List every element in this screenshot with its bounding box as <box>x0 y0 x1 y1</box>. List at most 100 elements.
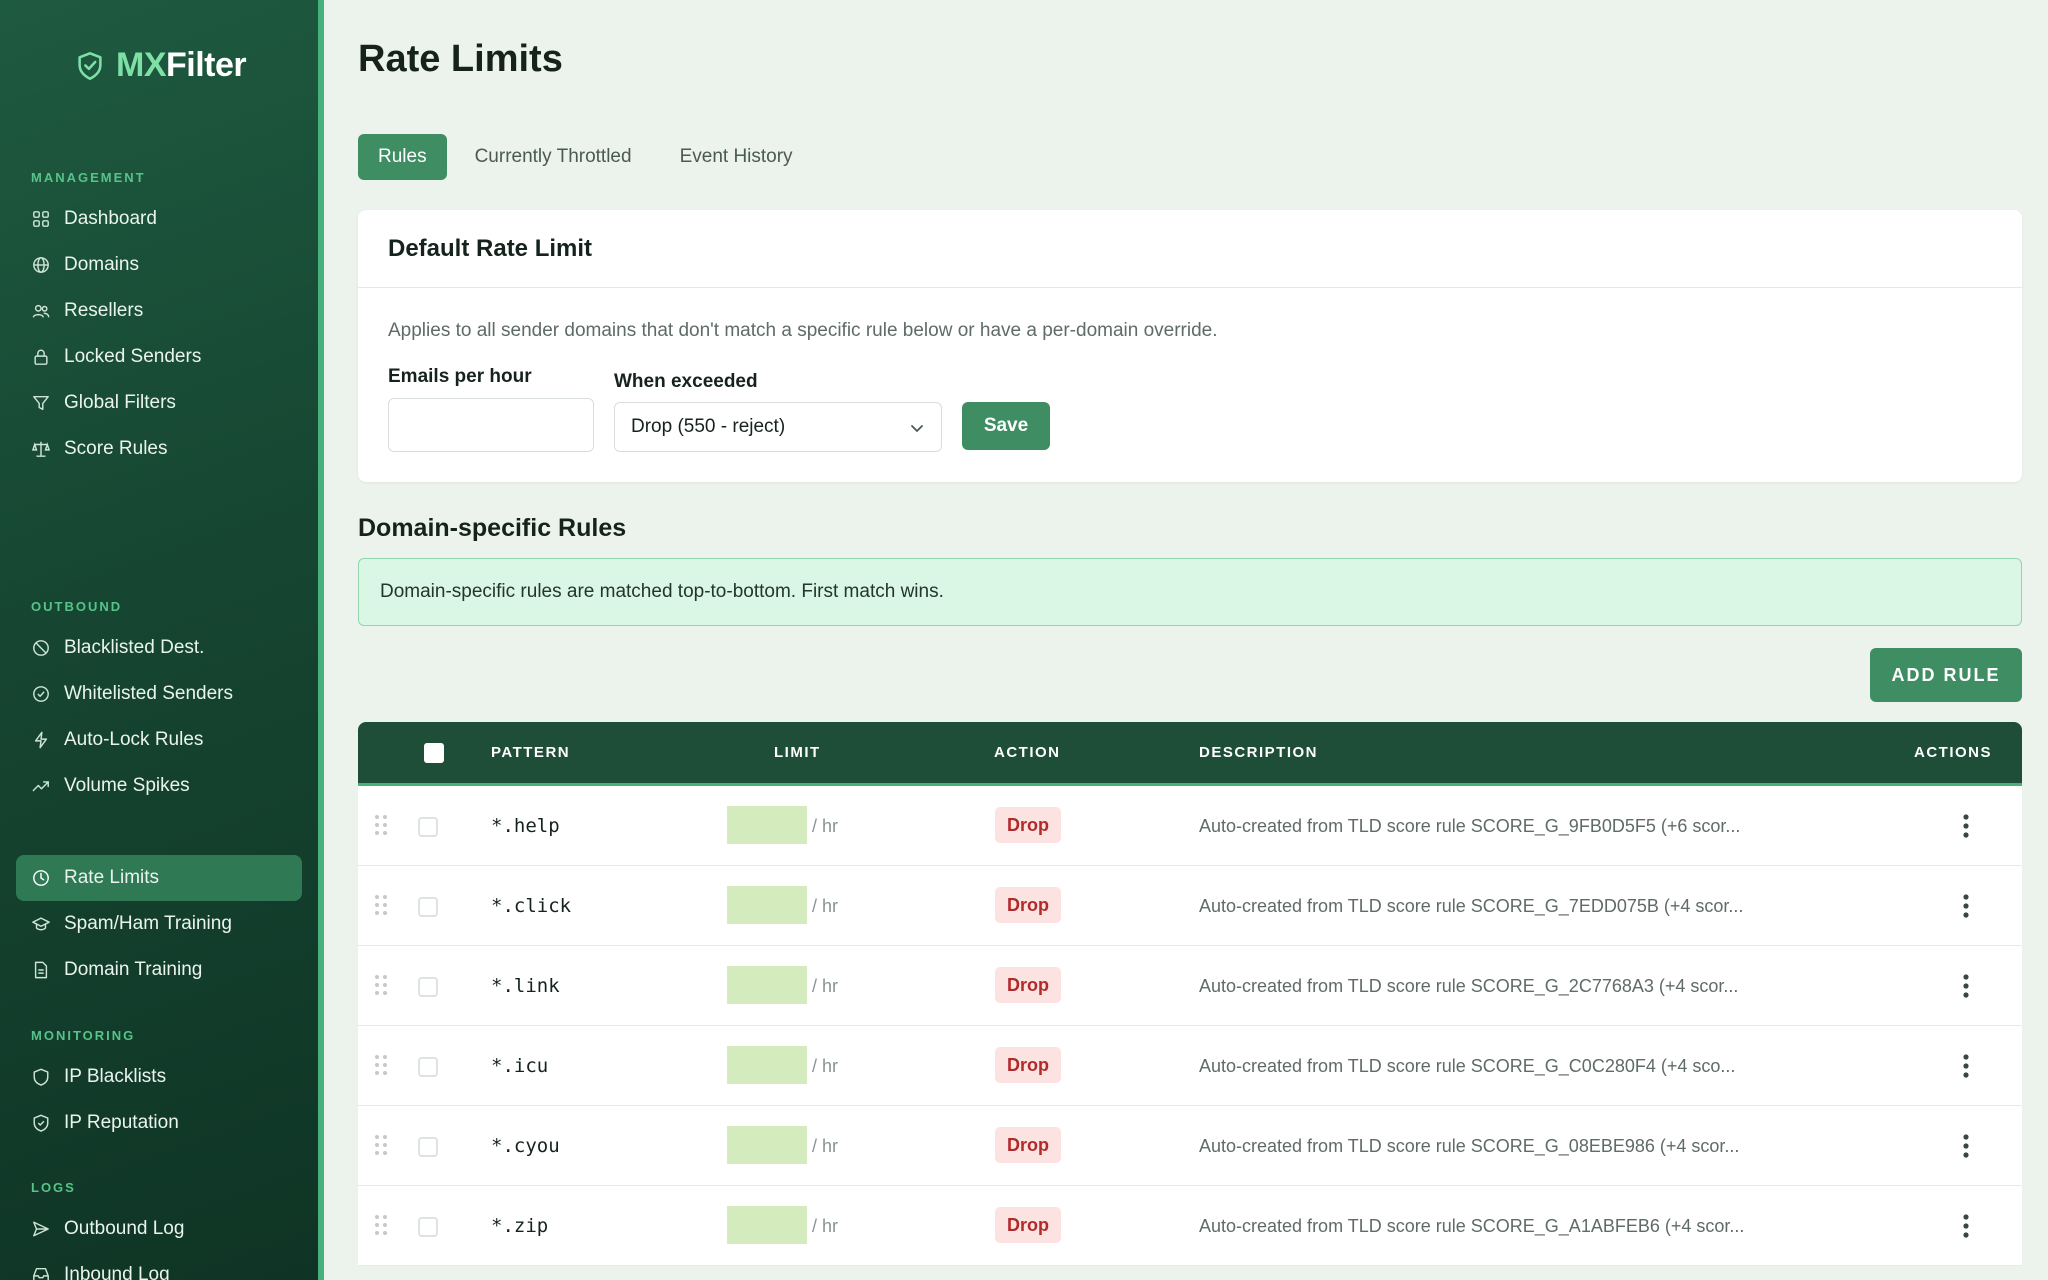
section-label: LOGS <box>31 1180 76 1195</box>
sidebar-item-domain-training[interactable]: Domain Training <box>16 947 302 993</box>
limit-input[interactable] <box>727 806 807 844</box>
emails-per-hour-input[interactable] <box>388 398 594 452</box>
nav-section-management: MANAGEMENT Dashboard Domains Resellers L… <box>0 168 318 472</box>
rule-description: Auto-created from TLD score rule SCORE_G… <box>1199 896 1744 916</box>
more-vertical-icon[interactable] <box>1963 974 1969 998</box>
row-checkbox[interactable] <box>418 897 438 917</box>
limit-input[interactable] <box>727 1206 807 1244</box>
sidebar-item-label: Spam/Ham Training <box>64 913 232 934</box>
sidebar-item-outbound-log[interactable]: Outbound Log <box>16 1206 302 1252</box>
send-icon <box>33 1221 49 1237</box>
sidebar-item-inbound-log[interactable]: Inbound Log <box>16 1252 302 1280</box>
rule-pattern: *.icu <box>491 1055 549 1077</box>
more-vertical-icon[interactable] <box>1963 1054 1969 1078</box>
limit-unit: / hr <box>812 1136 839 1156</box>
row-checkbox[interactable] <box>418 817 438 837</box>
limit-unit: / hr <box>812 976 839 996</box>
users-icon <box>32 304 50 318</box>
row-checkbox[interactable] <box>418 977 438 997</box>
rule-description: Auto-created from TLD score rule SCORE_G… <box>1199 1216 1745 1236</box>
drag-handle-icon[interactable] <box>374 974 388 996</box>
table-row: *.icu / hr Drop Auto-created from TLD sc… <box>358 1026 2022 1106</box>
lock-icon <box>34 349 48 365</box>
sidebar-item-label: Rate Limits <box>64 867 160 888</box>
rule-pattern: *.cyou <box>491 1135 560 1157</box>
rule-description: Auto-created from TLD score rule SCORE_G… <box>1199 976 1739 996</box>
nav-section-outbound: OUTBOUND Blacklisted Dest. Whitelisted S… <box>0 597 318 993</box>
brand-logo[interactable]: MXFilter <box>76 46 247 85</box>
tab-currently-throttled[interactable]: Currently Throttled <box>455 134 652 180</box>
more-vertical-icon[interactable] <box>1963 814 1969 838</box>
section-label: OUTBOUND <box>31 599 123 614</box>
limit-input[interactable] <box>727 886 807 924</box>
sidebar-item-locked-senders[interactable]: Locked Senders <box>16 334 302 380</box>
table-header: PATTERN LIMIT ACTION DESCRIPTION ACTIONS <box>358 722 2022 786</box>
document-icon <box>34 961 48 979</box>
column-header-actions: ACTIONS <box>1914 744 1992 761</box>
row-checkbox[interactable] <box>418 1137 438 1157</box>
column-header-description[interactable]: DESCRIPTION <box>1199 722 1318 784</box>
sidebar-item-ip-reputation[interactable]: IP Reputation <box>16 1100 302 1146</box>
limit-input[interactable] <box>727 1126 807 1164</box>
sidebar-item-ip-blacklists[interactable]: IP Blacklists <box>16 1054 302 1100</box>
sidebar-item-label: Domain Training <box>64 959 203 980</box>
select-all-checkbox[interactable] <box>424 743 444 763</box>
sidebar-item-auto-lock-rules[interactable]: Auto-Lock Rules <box>16 717 302 763</box>
more-vertical-icon[interactable] <box>1963 1134 1969 1158</box>
column-header-action[interactable]: ACTION <box>994 722 1061 784</box>
sidebar-item-spam-ham-training[interactable]: Spam/Ham Training <box>16 901 302 947</box>
sidebar-item-dashboard[interactable]: Dashboard <box>16 196 302 242</box>
sidebar-item-rate-limits[interactable]: Rate Limits <box>16 855 302 901</box>
card-description: Applies to all sender domains that don't… <box>388 320 1218 341</box>
sidebar-item-score-rules[interactable]: Score Rules <box>16 426 302 472</box>
column-header-pattern[interactable]: PATTERN <box>491 722 570 784</box>
limit-input[interactable] <box>727 1046 807 1084</box>
sidebar-item-label: Whitelisted Senders <box>64 683 233 704</box>
row-checkbox[interactable] <box>418 1217 438 1237</box>
save-button[interactable]: Save <box>962 402 1050 450</box>
table-row: *.cyou / hr Drop Auto-created from TLD s… <box>358 1106 2022 1186</box>
filter-icon <box>33 395 49 411</box>
sidebar-item-global-filters[interactable]: Global Filters <box>16 380 302 426</box>
card-title: Default Rate Limit <box>358 210 2022 288</box>
sidebar-item-volume-spikes[interactable]: Volume Spikes <box>16 763 302 809</box>
column-header-limit[interactable]: LIMIT <box>774 722 821 784</box>
sidebar-item-domains[interactable]: Domains <box>16 242 302 288</box>
when-exceeded-select[interactable]: Drop (550 - reject) <box>614 402 942 452</box>
sidebar-item-label: Auto-Lock Rules <box>64 729 204 750</box>
shield-check-logo-icon <box>78 51 102 80</box>
sidebar-item-label: Locked Senders <box>64 346 202 367</box>
drag-handle-icon[interactable] <box>374 814 388 836</box>
drag-handle-icon[interactable] <box>374 1214 388 1236</box>
limit-unit: / hr <box>812 1216 839 1236</box>
sidebar: MXFilter MANAGEMENT Dashboard Domains Re… <box>0 0 324 1280</box>
drag-handle-icon[interactable] <box>374 1134 388 1156</box>
drag-handle-icon[interactable] <box>374 1054 388 1076</box>
tab-event-history[interactable]: Event History <box>660 134 813 180</box>
sidebar-item-blacklisted-dest[interactable]: Blacklisted Dest. <box>16 625 302 671</box>
ban-icon <box>33 640 49 656</box>
sidebar-item-label: Outbound Log <box>64 1218 185 1239</box>
inbox-icon <box>33 1267 49 1280</box>
more-vertical-icon[interactable] <box>1963 894 1969 918</box>
add-rule-button[interactable]: ADD RULE <box>1870 648 2022 702</box>
default-rate-limit-card: Default Rate Limit Applies to all sender… <box>358 210 2022 482</box>
sidebar-item-whitelisted-senders[interactable]: Whitelisted Senders <box>16 671 302 717</box>
drag-handle-icon[interactable] <box>374 894 388 916</box>
more-vertical-icon[interactable] <box>1963 1214 1969 1238</box>
action-badge: Drop <box>995 1127 1061 1163</box>
domain-rules-title: Domain-specific Rules <box>358 514 627 542</box>
sidebar-item-label: IP Blacklists <box>64 1066 167 1087</box>
sidebar-item-label: Resellers <box>64 300 144 321</box>
row-checkbox[interactable] <box>418 1057 438 1077</box>
action-badge: Drop <box>995 1207 1061 1243</box>
sidebar-item-label: Global Filters <box>64 392 176 413</box>
sidebar-item-label: Inbound Log <box>64 1264 170 1280</box>
scale-icon <box>32 441 50 457</box>
table-row: *.click / hr Drop Auto-created from TLD … <box>358 866 2022 946</box>
sidebar-item-resellers[interactable]: Resellers <box>16 288 302 334</box>
tab-rules[interactable]: Rules <box>358 134 447 180</box>
rules-table: PATTERN LIMIT ACTION DESCRIPTION ACTIONS… <box>358 722 2022 1266</box>
limit-input[interactable] <box>727 966 807 1004</box>
limit-unit: / hr <box>812 1056 839 1076</box>
